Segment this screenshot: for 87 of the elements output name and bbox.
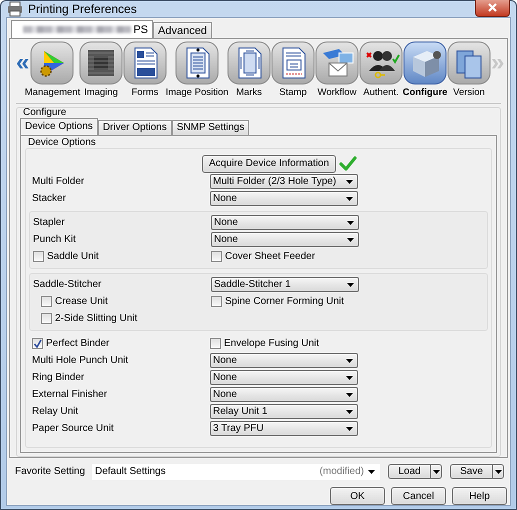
caret-icon xyxy=(368,470,375,474)
dropdown-arrow-button[interactable] xyxy=(430,464,442,479)
cube-icon xyxy=(403,41,447,85)
caret-icon xyxy=(346,358,353,362)
dialog-button[interactable]: Cancel xyxy=(391,487,446,505)
caret-icon xyxy=(347,220,354,224)
checkbox[interactable] xyxy=(41,313,52,324)
split-button[interactable]: Load xyxy=(388,464,430,479)
favorite-combo[interactable]: Default Settings (modified) xyxy=(92,464,380,480)
category-button[interactable]: Workflow xyxy=(315,41,359,98)
tab[interactable]: Device Options xyxy=(20,118,98,135)
caret-icon xyxy=(346,410,353,414)
dropdown[interactable]: None xyxy=(211,232,359,247)
modified-note: (modified) xyxy=(320,466,364,477)
category-button[interactable]: Forms xyxy=(122,41,167,98)
dropdown[interactable]: None xyxy=(210,353,358,368)
caret-icon xyxy=(494,470,502,474)
field-label: Ring Binder xyxy=(32,372,86,383)
group-title: Configure xyxy=(23,107,68,118)
dropdown[interactable]: None xyxy=(210,370,358,385)
envelope-icon xyxy=(315,41,359,85)
dropdown-arrow-button[interactable] xyxy=(492,464,504,479)
checkbox-label: Saddle Unit xyxy=(47,251,99,262)
checkbox[interactable] xyxy=(41,296,52,307)
dropdown[interactable]: None xyxy=(211,215,359,230)
checkbox[interactable] xyxy=(32,338,43,349)
page-layout-icon xyxy=(174,41,219,85)
caret-icon xyxy=(432,470,440,474)
field-label: External Finisher xyxy=(32,389,108,400)
checkbox-label: Cover Sheet Feeder xyxy=(225,251,316,262)
group-title: Device Options xyxy=(28,137,97,148)
dropdown[interactable]: Saddle-Stitcher 1 xyxy=(211,277,359,292)
field-label: Saddle-Stitcher xyxy=(33,279,102,290)
dropdown[interactable]: 3 Tray PFU xyxy=(210,421,358,436)
checkbox[interactable] xyxy=(33,251,44,262)
checkbox-label: Crease Unit xyxy=(55,296,108,307)
dropdown[interactable]: None xyxy=(210,191,358,206)
category-button[interactable]: Image Position xyxy=(166,41,227,98)
category-button[interactable]: Authent. xyxy=(359,41,403,98)
users-icon xyxy=(359,41,403,85)
field-label: Stacker xyxy=(32,193,67,204)
tab[interactable]: SNMP Settings xyxy=(172,120,250,135)
dialog-button[interactable]: Help xyxy=(452,487,507,505)
printer-icon xyxy=(7,1,23,17)
checkbox-label: Envelope Fusing Unit xyxy=(224,338,320,349)
close-button[interactable] xyxy=(475,0,510,16)
scroll-arrow[interactable]: « xyxy=(16,41,26,85)
halftone-icon xyxy=(78,41,123,85)
checkbox-label: 2-Side Slitting Unit xyxy=(55,313,138,324)
caret-icon xyxy=(346,392,353,396)
field-label: Stapler xyxy=(33,217,66,228)
field-label: Relay Unit xyxy=(32,406,80,417)
checkbox[interactable] xyxy=(211,296,222,307)
window-title: Printing Preferences xyxy=(28,2,138,16)
checkbox-label: Perfect Binder xyxy=(46,338,110,349)
document-icon xyxy=(122,41,167,85)
tab[interactable]: PS xyxy=(11,20,153,38)
caret-icon xyxy=(346,426,353,430)
field-label: Multi Folder xyxy=(32,176,86,187)
category-button[interactable]: Marks xyxy=(227,41,271,98)
dialog-button[interactable]: OK xyxy=(330,487,385,505)
close-icon xyxy=(488,2,497,12)
acquire-button[interactable]: Acquire Device Information xyxy=(202,154,336,172)
dropdown[interactable]: None xyxy=(210,387,358,402)
tab[interactable]: Advanced xyxy=(153,22,212,38)
category-button[interactable]: Version xyxy=(447,41,491,98)
field-label: Paper Source Unit xyxy=(32,423,115,434)
category-button[interactable]: Configure xyxy=(403,41,447,98)
checkbox[interactable] xyxy=(211,251,222,262)
category-button[interactable]: Stamp xyxy=(271,41,315,98)
caret-icon xyxy=(346,196,353,200)
dropdown[interactable]: Relay Unit 1 xyxy=(210,404,358,419)
split-button[interactable]: Save xyxy=(450,464,492,479)
page-marks-icon xyxy=(227,41,271,85)
caret-icon xyxy=(347,238,354,242)
field-label: Multi Hole Punch Unit xyxy=(32,355,130,366)
caret-icon xyxy=(347,282,354,286)
caret-icon xyxy=(346,376,353,380)
tab[interactable]: Driver Options xyxy=(98,120,172,135)
checkbox[interactable] xyxy=(210,338,221,349)
pages-icon xyxy=(447,41,491,85)
caret-icon xyxy=(346,180,353,184)
stamp-icon xyxy=(271,41,315,85)
field-label: Punch Kit xyxy=(33,234,77,245)
dropdown[interactable]: Multi Folder (2/3 Hole Type) xyxy=(210,174,358,189)
checkbox-label: Spine Corner Forming Unit xyxy=(225,296,344,307)
field-label: Favorite Setting xyxy=(15,466,86,477)
